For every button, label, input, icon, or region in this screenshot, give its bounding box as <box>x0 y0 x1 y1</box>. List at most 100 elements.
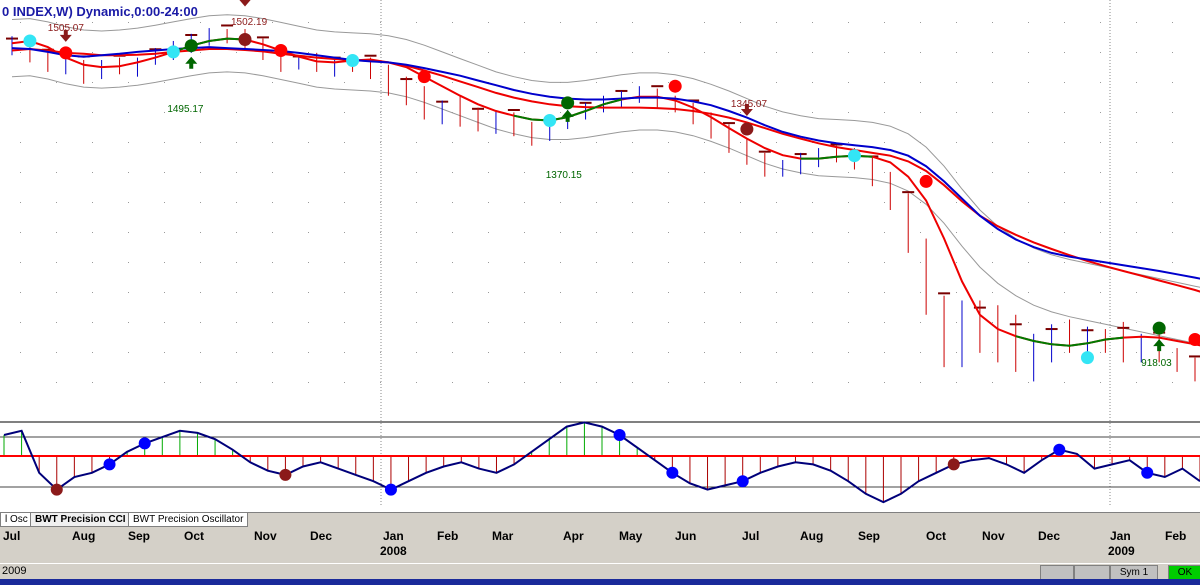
grid-dot <box>632 382 633 383</box>
grid-dot <box>1136 292 1137 293</box>
grid-dot <box>524 322 525 323</box>
grid-dot <box>632 322 633 323</box>
grid-dot <box>128 292 129 293</box>
month-label: Dec <box>1038 529 1061 543</box>
grid-dot <box>812 292 813 293</box>
grid-dot <box>632 352 633 353</box>
grid-dot <box>272 112 273 113</box>
grid-dot <box>524 52 525 53</box>
tab-bwt-precision-oscillator[interactable]: BWT Precision Oscillator <box>128 513 249 527</box>
grid-dot <box>848 352 849 353</box>
grid-dot <box>416 382 417 383</box>
grid-dot <box>884 82 885 83</box>
grid-dot <box>416 232 417 233</box>
grid-dot <box>1064 142 1065 143</box>
grid-dot <box>992 142 993 143</box>
osc-signal-dot <box>1053 443 1066 456</box>
grid-dot <box>524 172 525 173</box>
grid-dot <box>776 352 777 353</box>
grid-dot <box>740 382 741 383</box>
grid-dot <box>236 382 237 383</box>
signal-dots <box>23 33 1200 365</box>
grid-dot <box>380 172 381 173</box>
grid-dot <box>1172 52 1173 53</box>
grid-dot <box>524 82 525 83</box>
grid-dot <box>1028 382 1029 383</box>
chart: 1505.07 1502.19 1495.17 1370.15 1345.07 918.0… <box>0 0 1200 505</box>
grid-dot <box>164 142 165 143</box>
tab-bwt-precision-cci[interactable]: BWT Precision CCI <box>30 513 131 527</box>
grid-dot <box>416 172 417 173</box>
grid-dot <box>20 142 21 143</box>
grid-dot <box>920 352 921 353</box>
grid-dot <box>704 172 705 173</box>
grid-dot <box>560 112 561 113</box>
status-cell-2 <box>1074 565 1110 580</box>
grid-dot <box>128 22 129 23</box>
grid-dot <box>488 142 489 143</box>
grid-dot <box>344 352 345 353</box>
signal-dot <box>919 174 933 188</box>
grid-dot <box>272 82 273 83</box>
grid-dot <box>956 52 957 53</box>
grid-dot <box>380 322 381 323</box>
grid-dot <box>380 82 381 83</box>
symbol-link-box[interactable]: Sym 1 <box>1110 565 1158 580</box>
grid-dot <box>992 232 993 233</box>
grid-dot <box>236 232 237 233</box>
grid-dot <box>308 352 309 353</box>
grid-dot <box>1064 202 1065 203</box>
grid-dot <box>200 52 201 53</box>
year-label: 2009 <box>1108 544 1135 558</box>
grid-dot <box>596 382 597 383</box>
grid-dot <box>92 382 93 383</box>
grid-dot <box>1100 22 1101 23</box>
month-label: May <box>619 529 643 543</box>
grid-dot <box>704 52 705 53</box>
grid-dot <box>200 202 201 203</box>
grid-dot <box>1136 22 1137 23</box>
grid-dot <box>956 292 957 293</box>
grid-dot <box>848 292 849 293</box>
tab-osc[interactable]: l Osc <box>0 513 33 527</box>
grid-dot <box>308 262 309 263</box>
grid-dot <box>236 322 237 323</box>
grid-dot <box>848 142 849 143</box>
buy-arrow-icon <box>1153 339 1166 352</box>
grid-dot <box>884 22 885 23</box>
grid-dot <box>416 262 417 263</box>
grid-dot <box>596 202 597 203</box>
grid-dot <box>884 262 885 263</box>
grid-dot <box>128 142 129 143</box>
grid-dot <box>956 202 957 203</box>
grid-dot <box>704 382 705 383</box>
grid-dot <box>92 52 93 53</box>
signal-dot <box>23 34 37 48</box>
month-label: Jul <box>742 529 760 543</box>
grid-dot <box>272 142 273 143</box>
grid-dot <box>308 382 309 383</box>
grid-dot <box>56 202 57 203</box>
grid-dot <box>308 172 309 173</box>
grid-dot <box>776 22 777 23</box>
grid-dot <box>1064 382 1065 383</box>
grid-dot <box>128 172 129 173</box>
grid-dot <box>344 382 345 383</box>
grid-dot <box>416 82 417 83</box>
status-ok-indicator: OK <box>1168 565 1200 580</box>
grid-dot <box>884 322 885 323</box>
grid-dot <box>236 52 237 53</box>
grid-dot <box>1028 352 1029 353</box>
grid-dot <box>704 262 705 263</box>
grid-dot <box>1028 82 1029 83</box>
grid-dot <box>812 52 813 53</box>
dash-marks <box>6 24 1200 358</box>
grid-dot <box>56 172 57 173</box>
grid-dot <box>452 172 453 173</box>
grid-dot <box>20 322 21 323</box>
grid-dot <box>812 112 813 113</box>
grid-dot <box>812 262 813 263</box>
grid-dot <box>776 52 777 53</box>
grid-dot <box>1064 292 1065 293</box>
grid-dot <box>848 202 849 203</box>
